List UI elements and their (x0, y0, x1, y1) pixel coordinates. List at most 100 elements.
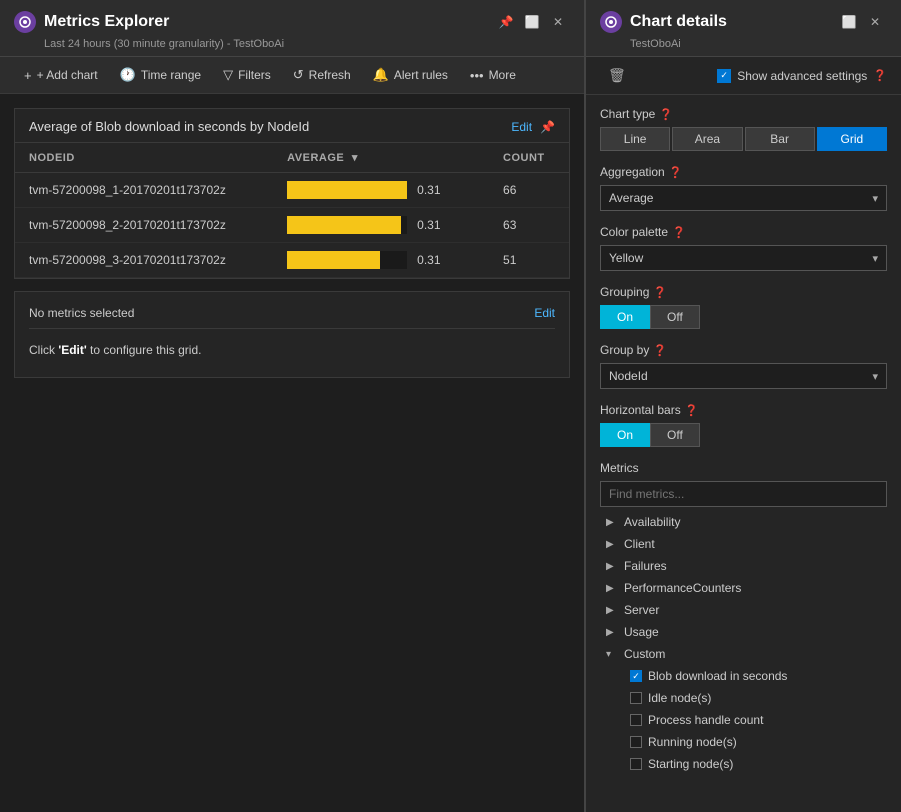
group-by-arrow: ▾ (872, 370, 878, 383)
metrics-search-input[interactable] (600, 481, 887, 507)
cell-nodeid: tvm-57200098_2-20170201t173702z (15, 208, 273, 243)
chart-type-buttons: LineAreaBarGrid (600, 127, 887, 151)
configure-hint: Click 'Edit' to configure this grid. (29, 329, 555, 363)
tree-expand-icon: ▶ (606, 583, 618, 594)
clock-icon: 🕐 (120, 67, 136, 83)
grouping-off-button[interactable]: Off (650, 305, 700, 329)
col-nodeid: NODEID (15, 143, 273, 173)
help-icon[interactable]: ❓ (873, 69, 887, 82)
no-metrics-text: No metrics selected (29, 306, 134, 320)
right-header: Chart details ⬜ ✕ TestOboAi (586, 0, 901, 57)
tree-collapse-icon: ▾ (606, 649, 618, 660)
pin-icon[interactable]: 📌 (494, 10, 518, 34)
grouping-on-button[interactable]: On (600, 305, 650, 329)
col-count: COUNT (489, 143, 569, 173)
metric-checkbox[interactable] (630, 714, 642, 726)
pin-chart-icon-1[interactable]: 📌 (540, 120, 555, 134)
metric-checkbox[interactable] (630, 692, 642, 704)
group-by-dropdown[interactable]: NodeId ▾ (600, 363, 887, 389)
cell-count: 51 (489, 243, 569, 278)
add-chart-button[interactable]: + + Add chart (14, 64, 108, 87)
show-advanced-area: ✓ Show advanced settings ❓ (717, 69, 887, 83)
maximize-icon[interactable]: ⬜ (520, 10, 544, 34)
alert-rules-button[interactable]: 🔔 Alert rules (363, 63, 458, 87)
bell-icon: 🔔 (373, 67, 389, 83)
list-item[interactable]: ✓Blob download in seconds (624, 665, 887, 687)
cell-count: 66 (489, 173, 569, 208)
color-palette-label: Color palette ❓ (600, 225, 887, 239)
chart-type-help-icon[interactable]: ❓ (659, 108, 673, 121)
add-icon: + (24, 68, 32, 83)
left-panel: Metrics Explorer 📌 ⬜ ✕ Last 24 hours (30… (0, 0, 585, 812)
metrics-tree-item[interactable]: ▶PerformanceCounters (600, 577, 887, 599)
table-row: tvm-57200098_3-20170201t173702z 0.31 51 (15, 243, 569, 278)
list-item[interactable]: Idle node(s) (624, 687, 887, 709)
app-icon (14, 11, 36, 33)
chart-edit-link-1[interactable]: Edit (511, 120, 532, 134)
chart-title-1: Average of Blob download in seconds by N… (29, 119, 309, 134)
aggregation-dropdown[interactable]: Average ▾ (600, 185, 887, 211)
horizontal-bars-off-button[interactable]: Off (650, 423, 700, 447)
metrics-tree-item[interactable]: ▶Availability (600, 511, 887, 533)
horizontal-bars-help-icon[interactable]: ❓ (685, 404, 699, 417)
table-row: tvm-57200098_2-20170201t173702z 0.31 63 (15, 208, 569, 243)
metrics-section: Metrics ▶Availability▶Client▶Failures▶Pe… (600, 461, 887, 775)
chart-type-btn-area[interactable]: Area (672, 127, 742, 151)
horizontal-bars-label: Horizontal bars ❓ (600, 403, 887, 417)
horizontal-bars-on-button[interactable]: On (600, 423, 650, 447)
filters-button[interactable]: ▽ Filters (213, 63, 281, 87)
refresh-button[interactable]: ↺ Refresh (283, 63, 361, 87)
right-maximize-icon[interactable]: ⬜ (837, 10, 861, 34)
group-by-label: Group by ❓ (600, 343, 887, 357)
sort-icon: ▾ (352, 152, 358, 164)
tree-expand-icon: ▶ (606, 561, 618, 572)
metrics-label: Metrics (600, 461, 887, 475)
chart-type-btn-grid[interactable]: Grid (817, 127, 887, 151)
metrics-tree-item[interactable]: ▶Client (600, 533, 887, 555)
color-palette-help-icon[interactable]: ❓ (672, 226, 686, 239)
color-palette-dropdown[interactable]: Yellow ▾ (600, 245, 887, 271)
metric-checkbox[interactable] (630, 736, 642, 748)
show-advanced-checkbox[interactable]: ✓ (717, 69, 731, 83)
group-by-help-icon[interactable]: ❓ (653, 344, 667, 357)
tree-expand-icon: ▶ (606, 539, 618, 550)
cell-count: 63 (489, 208, 569, 243)
col-average[interactable]: AVERAGE ▾ (273, 143, 489, 173)
chart-type-btn-line[interactable]: Line (600, 127, 670, 151)
right-subtitle: TestOboAi (630, 38, 887, 50)
list-item[interactable]: Starting node(s) (624, 753, 887, 775)
no-metrics-section: No metrics selected Edit Click 'Edit' to… (14, 291, 570, 378)
refresh-icon: ↺ (293, 67, 304, 83)
metric-checkbox[interactable] (630, 758, 642, 770)
content-area: Average of Blob download in seconds by N… (0, 94, 584, 812)
chart-type-btn-bar[interactable]: Bar (745, 127, 815, 151)
right-app-icon (600, 11, 622, 33)
delete-button[interactable]: 🗑 (600, 63, 634, 88)
grouping-help-icon[interactable]: ❓ (653, 286, 667, 299)
color-palette-arrow: ▾ (872, 252, 878, 265)
no-metrics-edit-link[interactable]: Edit (534, 306, 555, 320)
time-range-button[interactable]: 🕐 Time range (110, 63, 211, 87)
right-close-icon[interactable]: ✕ (863, 10, 887, 34)
metric-checkbox[interactable]: ✓ (630, 670, 642, 682)
aggregation-label: Aggregation ❓ (600, 165, 887, 179)
metrics-tree-item[interactable]: ▶Server (600, 599, 887, 621)
metrics-tree-item[interactable]: ▶Failures (600, 555, 887, 577)
close-icon[interactable]: ✕ (546, 10, 570, 34)
list-item[interactable]: Running node(s) (624, 731, 887, 753)
more-button[interactable]: ••• More (460, 64, 526, 87)
metrics-tree: ▶Availability▶Client▶Failures▶Performanc… (600, 511, 887, 775)
right-toolbar: 🗑 ✓ Show advanced settings ❓ (586, 57, 901, 95)
aggregation-help-icon[interactable]: ❓ (669, 166, 683, 179)
filter-icon: ▽ (223, 67, 233, 83)
chart-header-1: Average of Blob download in seconds by N… (15, 109, 569, 143)
metrics-tree-item[interactable]: ▶Usage (600, 621, 887, 643)
tree-expand-icon: ▶ (606, 605, 618, 616)
tree-expand-icon: ▶ (606, 627, 618, 638)
cell-nodeid: tvm-57200098_3-20170201t173702z (15, 243, 273, 278)
metrics-tree-item[interactable]: ▾Custom (600, 643, 887, 665)
show-advanced-label[interactable]: Show advanced settings (737, 69, 867, 83)
ellipsis-icon: ••• (470, 68, 484, 83)
app-title: Metrics Explorer (44, 13, 169, 31)
list-item[interactable]: Process handle count (624, 709, 887, 731)
